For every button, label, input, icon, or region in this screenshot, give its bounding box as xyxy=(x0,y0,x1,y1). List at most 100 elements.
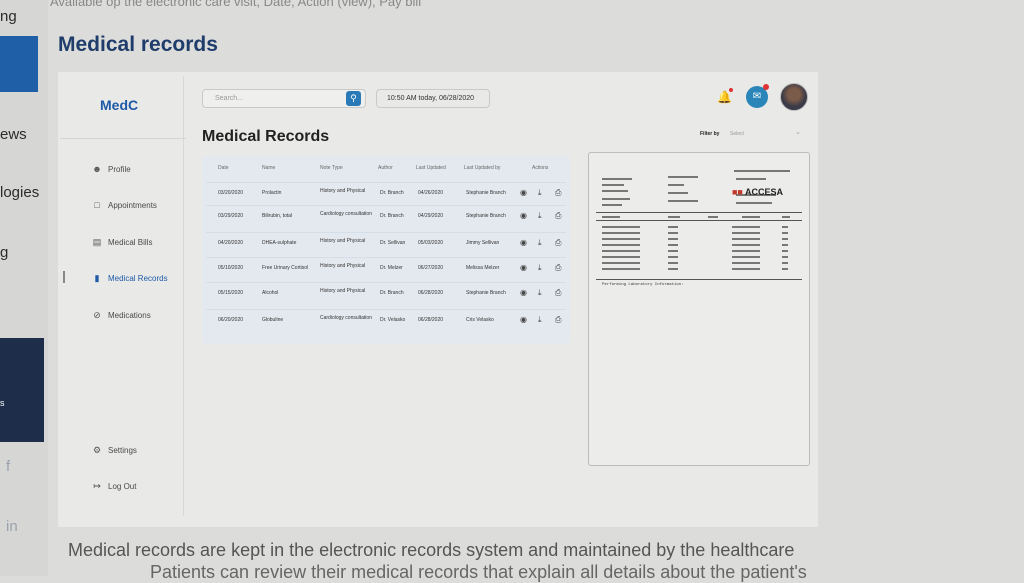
document-text-line xyxy=(668,184,684,186)
document-text-line xyxy=(736,178,766,180)
column-header: Author xyxy=(378,165,393,171)
person-icon: ☻ xyxy=(92,164,102,174)
document-text-line xyxy=(668,226,678,228)
document-text-line xyxy=(602,178,632,180)
document-text-line xyxy=(602,226,640,228)
bill-icon: ▤ xyxy=(92,237,102,247)
sidebar-item-logout[interactable]: ↦ Log Out xyxy=(92,481,136,492)
document-text-line xyxy=(732,232,760,234)
lab-logo: ■■ ACCESA xyxy=(732,187,784,197)
table-cell: 03/29/2020 xyxy=(218,213,244,219)
document-text-line xyxy=(782,262,788,264)
download-icon[interactable]: ⤓ xyxy=(538,211,542,221)
app-logo[interactable]: MedC xyxy=(100,97,138,113)
table-cell: Free Urinary Cortisol xyxy=(262,265,309,271)
document-text-line xyxy=(732,244,760,246)
document-text-line xyxy=(782,268,788,270)
document-text-line xyxy=(668,200,698,202)
view-icon[interactable]: ◉ xyxy=(520,315,527,324)
sidebar-item-label: Appointments xyxy=(108,200,157,210)
document-text-line xyxy=(602,244,640,246)
sidebar-item-medications[interactable]: ⊘ Medications xyxy=(92,310,151,321)
table-cell: History and Physical xyxy=(320,238,366,244)
table-cell: Dr. Branch xyxy=(380,290,404,296)
search-icon[interactable]: ⚲ xyxy=(346,91,361,106)
download-icon[interactable]: ⤓ xyxy=(538,288,542,298)
table-cell: Dr. Branch xyxy=(380,190,404,196)
filter-select[interactable]: Select xyxy=(730,131,744,137)
table-cell: History and Physical xyxy=(320,288,366,294)
print-icon[interactable]: ⎙ xyxy=(555,263,561,273)
print-icon[interactable]: ⎙ xyxy=(555,238,561,248)
document-text-line xyxy=(732,262,760,264)
sidebar-item-medical-bills[interactable]: ▤ Medical Bills xyxy=(92,237,153,248)
download-icon[interactable]: ⤓ xyxy=(538,238,542,248)
sidebar-divider xyxy=(60,138,186,139)
page-title: Medical records xyxy=(58,33,218,56)
document-text-line xyxy=(596,279,802,280)
sidebar-item-label: Medical Bills xyxy=(108,238,153,247)
sidebar-item-medical-records[interactable]: ▮ Medical Records xyxy=(92,273,168,284)
sidebar-item-settings[interactable]: ⚙ Settings xyxy=(92,445,137,456)
lab-logo-text: ACCESA xyxy=(745,187,784,197)
view-icon[interactable]: ◉ xyxy=(520,263,527,272)
chevron-down-icon[interactable]: ⌄ xyxy=(795,128,801,136)
document-content xyxy=(596,158,806,280)
document-text-line xyxy=(602,268,640,270)
view-icon[interactable]: ◉ xyxy=(520,188,527,197)
document-text-line xyxy=(736,202,772,204)
document-text-line xyxy=(708,216,718,218)
document-text-line xyxy=(668,192,688,194)
table-cell: 04/26/2020 xyxy=(418,190,444,196)
sidebar-item-profile[interactable]: ☻ Profile xyxy=(92,164,130,174)
document-text-line xyxy=(668,232,678,234)
bell-icon[interactable]: 🔔 xyxy=(717,90,732,104)
document-text-line xyxy=(602,256,640,258)
column-header: Note Type xyxy=(320,165,343,171)
avatar[interactable] xyxy=(780,83,808,111)
sidebar-item-appointments[interactable]: □ Appointments xyxy=(92,200,157,210)
download-icon[interactable]: ⤓ xyxy=(538,315,542,325)
document-text-line xyxy=(742,216,760,218)
sidebar-item-label: Medications xyxy=(108,311,151,320)
table-cell: Prolactin xyxy=(262,190,282,196)
pill-icon: ⊘ xyxy=(93,310,101,320)
sidebar-item-label: Settings xyxy=(108,446,137,455)
document-text-line xyxy=(732,226,760,228)
view-icon[interactable]: ◉ xyxy=(520,238,527,247)
search-input[interactable]: Search... xyxy=(202,89,366,108)
print-icon[interactable]: ⎙ xyxy=(555,288,561,298)
document-text-line xyxy=(732,256,760,258)
strip-text: s xyxy=(0,398,5,408)
view-icon[interactable]: ◉ xyxy=(520,211,527,220)
document-text-line xyxy=(782,216,790,218)
document-text-line xyxy=(782,256,788,258)
gear-icon: ⚙ xyxy=(92,445,102,455)
print-icon[interactable]: ⎙ xyxy=(555,188,561,198)
linkedin-icon[interactable]: in xyxy=(6,518,18,535)
table-cell: Dr. Velasko xyxy=(380,317,406,323)
table-cell: 06/28/2020 xyxy=(418,317,444,323)
print-icon[interactable]: ⎙ xyxy=(555,211,561,221)
background-navy-block xyxy=(0,338,44,442)
document-text-line xyxy=(602,250,640,252)
document-text-line xyxy=(602,198,630,200)
view-icon[interactable]: ◉ xyxy=(520,288,527,297)
document-text-line xyxy=(668,238,678,240)
table-cell: Bilirubin, total xyxy=(262,213,293,219)
document-text-line xyxy=(602,204,622,206)
active-item-marker xyxy=(63,271,65,283)
table-cell: Stephanie Branch xyxy=(466,290,506,296)
facebook-icon[interactable]: f xyxy=(6,458,10,475)
download-icon[interactable]: ⤓ xyxy=(538,263,542,273)
download-icon[interactable]: ⤓ xyxy=(538,188,542,198)
table-cell: 06/27/2020 xyxy=(418,265,444,271)
document-text-line xyxy=(602,190,628,192)
document-text-line xyxy=(668,244,678,246)
document-text-line xyxy=(668,216,680,218)
table-cell: Cris Velasko xyxy=(466,317,494,323)
column-header: Last Updated xyxy=(416,165,446,171)
strip-text: g xyxy=(0,244,9,261)
column-header: Last Updated by xyxy=(464,165,501,171)
print-icon[interactable]: ⎙ xyxy=(555,315,561,325)
